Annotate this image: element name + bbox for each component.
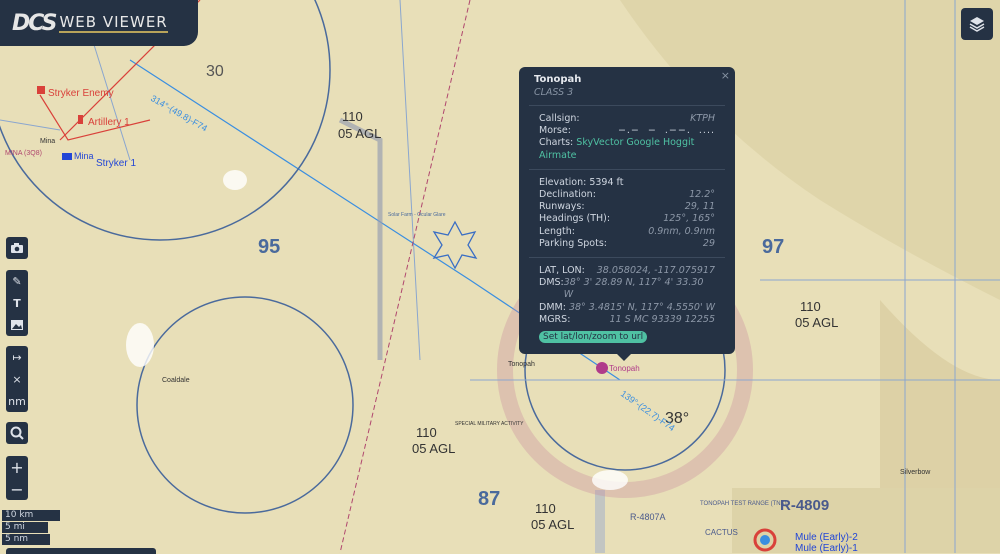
length-label: Length: — [539, 225, 575, 237]
unit-label: nm — [8, 394, 26, 408]
map-alt: 110 — [800, 299, 821, 314]
chart-link-airmate[interactable]: Airmate — [539, 150, 577, 161]
dms-value: 38° 3' 28.89 N, 117° 4' 33.30 W — [563, 277, 704, 301]
map-alt: 110 — [342, 109, 363, 124]
map-agl: 05 AGL — [338, 126, 381, 141]
layers-icon — [969, 17, 985, 32]
airport-popup: × Tonopah CLASS 3 Callsign: KTPH Morse: −.… — [519, 67, 735, 361]
map-label-stryker[interactable]: Stryker 1 — [96, 158, 136, 169]
coordinate-readout — [6, 548, 156, 554]
dms-label: DMS: — [539, 277, 564, 289]
declination-label: Declination: — [539, 189, 596, 201]
chart-link-skyvector[interactable]: SkyVector — [576, 137, 623, 148]
popup-subtitle: CLASS 3 — [534, 87, 574, 98]
text-icon: T — [13, 296, 21, 310]
charts-label: Charts: — [539, 137, 574, 149]
image-button[interactable] — [6, 314, 28, 336]
zoom-in-button[interactable]: + — [6, 456, 28, 478]
map-agl: 05 AGL — [412, 441, 455, 456]
runways-label: Runways: — [539, 201, 585, 213]
map-label-tonopah-airport[interactable]: Tonopah — [609, 364, 640, 373]
minus-icon: − — [10, 479, 24, 499]
camera-icon — [11, 243, 23, 253]
callsign-value: KTPH — [690, 113, 715, 124]
headings-value: 125°, 165° — [663, 213, 715, 225]
clear-measure-button[interactable]: × — [6, 368, 28, 390]
app-logo: DCS WEB VIEWER — [0, 0, 198, 46]
map-alt: 110 — [535, 501, 556, 516]
headings-label: Headings (TH): — [539, 213, 611, 225]
runways-value: 29, 11 — [684, 201, 715, 213]
map-agl: 05 AGL — [531, 517, 574, 532]
draw-button[interactable]: ✎ — [6, 270, 28, 292]
logo-web-viewer: WEB VIEWER — [59, 13, 168, 33]
search-icon — [10, 426, 24, 440]
search-button[interactable] — [6, 422, 28, 444]
image-icon — [11, 320, 23, 330]
mgrs-label: MGRS: — [539, 313, 571, 325]
map-label-r4807a: R-4807A — [630, 512, 666, 522]
text-button[interactable]: T — [6, 292, 28, 314]
length-value: 0.9nm, 0.9nm — [648, 225, 715, 237]
zoom-out-button[interactable]: − — [6, 478, 28, 500]
map-label-mina-info: MINA (3Q8) — [5, 150, 42, 157]
callsign-label: Callsign: — [539, 113, 580, 124]
map-label-r4809: R-4809 — [780, 497, 829, 514]
morse-value: −.− − .−−. .... — [617, 125, 715, 137]
morse-label: Morse: — [539, 125, 571, 137]
map-mef: 95 — [258, 236, 280, 258]
camera-button[interactable] — [6, 237, 28, 259]
parking-label: Parking Spots: — [539, 237, 607, 249]
map-label-mule[interactable]: Mule (Early)-1 — [795, 543, 858, 553]
popup-title: Tonopah — [534, 74, 582, 85]
map-agl: 05 AGL — [795, 315, 838, 330]
map-label-artillery[interactable]: Artillery 1 — [88, 117, 130, 128]
layers-button[interactable] — [961, 8, 993, 40]
map-mef: 87 — [478, 488, 500, 510]
close-icon: × — [12, 372, 22, 386]
measure-button[interactable]: ↦ — [6, 346, 28, 368]
map-mef: 97 — [762, 236, 784, 258]
latlon-label: LAT, LON: — [539, 265, 585, 277]
map-label-silverbow: Silverbow — [900, 469, 931, 476]
map-label-military: SPECIAL MILITARY ACTIVITY — [455, 421, 524, 427]
parking-value: 29 — [702, 237, 715, 249]
map-canvas[interactable]: Stryker Enemy Artillery 1 Stryker 1 Mina… — [0, 0, 1000, 553]
map-label-coaldale: Coaldale — [162, 377, 190, 384]
mgrs-value: 11 S MC 93339 12255 — [609, 313, 715, 325]
declination-value: 12.2° — [689, 189, 715, 201]
latlon-value: 38.058024, -117.075917 — [596, 265, 715, 277]
pencil-icon: ✎ — [12, 274, 22, 288]
map-label-mule[interactable]: Mule (Early)-2 — [795, 532, 858, 543]
scale-nm: 5 nm — [2, 534, 50, 545]
popup-close-button[interactable]: × — [721, 69, 730, 82]
unit-toggle-button[interactable]: nm — [6, 390, 28, 412]
map-alt: 110 — [416, 425, 437, 440]
measure-icon: ↦ — [12, 350, 22, 364]
map-label-solar: Solar Farm - Ocular Glare — [388, 212, 446, 218]
zoom-control: + − — [6, 456, 28, 500]
plus-icon: + — [10, 457, 24, 477]
chart-link-hoggit[interactable]: Hoggit — [663, 137, 694, 148]
map-mef: 30 — [206, 63, 224, 80]
dmm-label: DMM: — [539, 301, 566, 313]
measure-toolbar: ↦ × nm — [6, 346, 28, 412]
map-label-mina: Mina — [40, 138, 55, 145]
dmm-value: 38° 3.4815' N, 117° 4.5550' W — [568, 301, 715, 313]
chart-link-google[interactable]: Google — [626, 137, 660, 148]
set-url-button[interactable]: Set lat/lon/zoom to url — [539, 331, 648, 344]
scale-km: 10 km — [2, 510, 60, 521]
map-label-tonopah-town: Tonopah — [508, 361, 535, 368]
map-label-stryker-enemy[interactable]: Stryker Enemy — [48, 88, 114, 99]
map-label-tonopah-range: TONOPAH TEST RANGE (TNX) — [700, 501, 787, 507]
map-label-mina-airport[interactable]: Mina — [74, 151, 94, 161]
logo-dcs: DCS — [12, 10, 57, 36]
elevation: Elevation: 5394 ft — [539, 176, 624, 188]
draw-toolbar: ✎ T — [6, 270, 28, 336]
scale-mi: 5 mi — [2, 522, 48, 533]
map-label-cactus: CACTUS — [705, 528, 738, 537]
screenshot-toolbar — [6, 237, 28, 259]
